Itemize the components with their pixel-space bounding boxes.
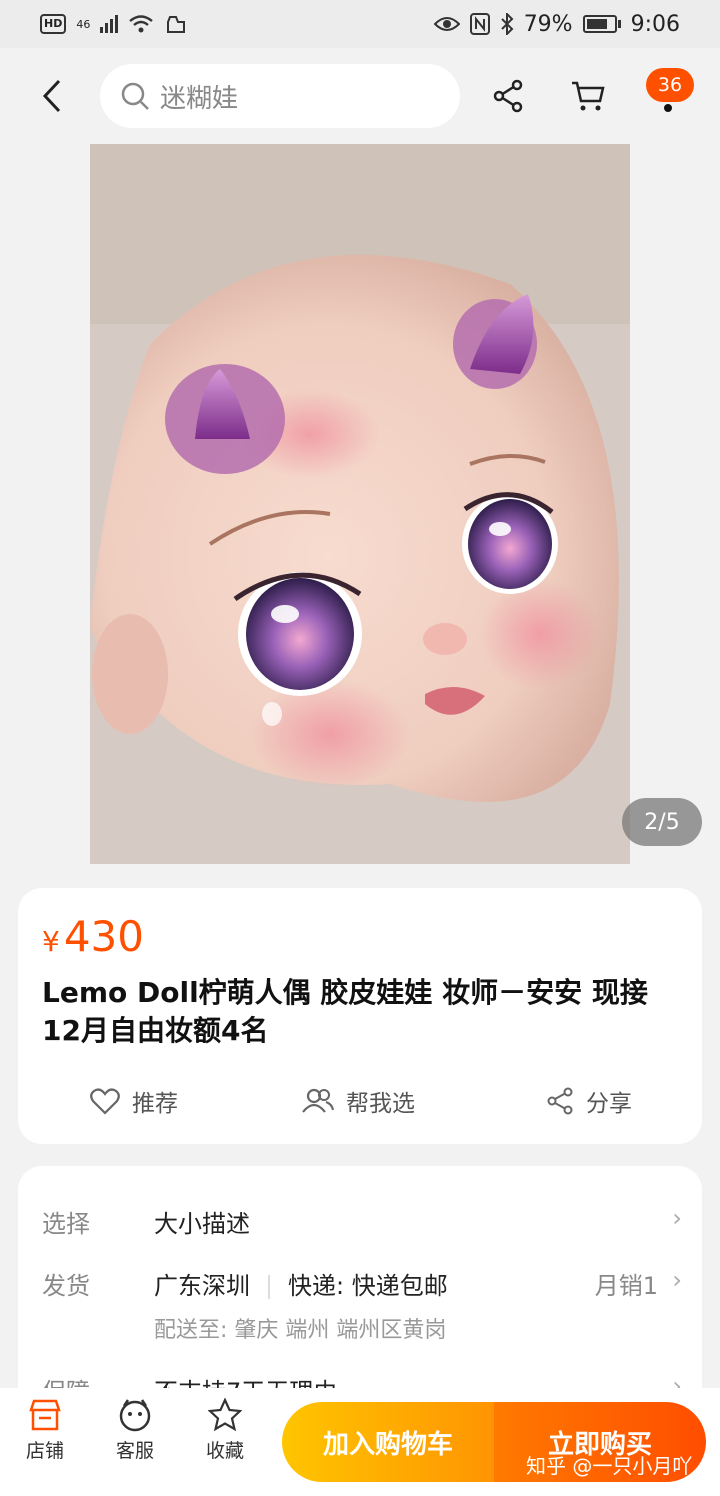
top-nav: 迷糊娃 bbox=[0, 48, 720, 144]
tab-store[interactable]: 店铺 bbox=[10, 1398, 80, 1463]
cart-icon bbox=[572, 81, 605, 111]
currency-symbol: ¥ bbox=[42, 925, 60, 958]
deliver-to: 配送至: 肇庆 端州 端州区黄岗 bbox=[154, 1318, 447, 1343]
price: ¥ 430 bbox=[42, 912, 144, 961]
share-label: 分享 bbox=[586, 1091, 632, 1117]
select-row[interactable]: 选择 大小描述 › bbox=[42, 1204, 682, 1238]
price-value: 430 bbox=[63, 912, 144, 961]
status-bar: HD 46 79% 9:06 bbox=[0, 0, 720, 48]
help-choose-label: 帮我选 bbox=[346, 1091, 415, 1117]
shipping-row[interactable]: 发货 广东深圳 快递: 快递包邮 月销1 › 配送至: 肇庆 端州 端州区黄岗 bbox=[42, 1266, 682, 1346]
signal-icon bbox=[100, 15, 119, 33]
bluetooth-icon bbox=[500, 13, 514, 35]
clock: 9:06 bbox=[630, 11, 680, 37]
share-icon bbox=[493, 79, 523, 113]
share-button[interactable] bbox=[486, 74, 530, 118]
monthly-sales: 月销1 bbox=[594, 1272, 658, 1300]
network-label: 46 bbox=[76, 18, 91, 31]
share-product-button[interactable]: 分享 bbox=[546, 1084, 632, 1118]
chevron-right-icon: › bbox=[672, 1266, 682, 1294]
heart-icon bbox=[90, 1088, 120, 1115]
bottom-action-bar: 店铺 客服 收藏 加入购物车 立即购买 bbox=[0, 1388, 720, 1496]
tab-favorite-label: 收藏 bbox=[205, 1440, 244, 1462]
shipping-info: 广东深圳 快递: 快递包邮 bbox=[154, 1266, 448, 1301]
chevron-right-icon: › bbox=[672, 1204, 682, 1232]
product-image[interactable] bbox=[90, 144, 630, 864]
add-to-cart-button[interactable]: 加入购物车 bbox=[282, 1402, 494, 1482]
tab-service-label: 客服 bbox=[115, 1440, 154, 1462]
doll-head-image bbox=[90, 144, 630, 864]
select-value: 大小描述 bbox=[154, 1210, 250, 1238]
service-icon bbox=[119, 1399, 151, 1432]
store-icon bbox=[29, 1399, 61, 1431]
product-info-card: ¥ 430 Lemo Doll柠萌人偶 胶皮娃娃 妆师－安安 现接12月自由妆额… bbox=[18, 888, 702, 1144]
tab-service[interactable]: 客服 bbox=[100, 1398, 170, 1463]
ship-origin: 广东深圳 bbox=[154, 1272, 250, 1300]
tab-favorite[interactable]: 收藏 bbox=[190, 1398, 260, 1463]
image-counter: 2/5 bbox=[622, 798, 702, 846]
hd-indicator: HD bbox=[40, 14, 67, 34]
search-icon bbox=[121, 82, 149, 110]
help-choose-button[interactable]: 帮我选 bbox=[302, 1084, 415, 1118]
message-badge[interactable]: 36 bbox=[646, 68, 694, 102]
cart-button[interactable] bbox=[566, 74, 610, 118]
recommend-label: 推荐 bbox=[132, 1091, 178, 1117]
cloud-icon bbox=[167, 16, 186, 33]
chevron-left-icon bbox=[42, 79, 61, 113]
share-icon bbox=[547, 1087, 573, 1115]
ship-express: 快递: 快递包邮 bbox=[288, 1272, 448, 1300]
battery-icon bbox=[582, 15, 621, 33]
battery-percent: 79% bbox=[523, 11, 573, 37]
star-icon bbox=[208, 1398, 242, 1432]
eye-icon bbox=[433, 17, 460, 31]
wifi-icon bbox=[129, 15, 154, 33]
more-menu-icon[interactable] bbox=[664, 104, 672, 112]
search-bar[interactable]: 迷糊娃 bbox=[100, 64, 460, 128]
product-title: Lemo Doll柠萌人偶 胶皮娃娃 妆师－安安 现接12月自由妆额4名 bbox=[42, 976, 648, 1047]
divider bbox=[268, 1275, 270, 1299]
people-icon bbox=[302, 1088, 334, 1113]
shipping-key: 发货 bbox=[42, 1272, 90, 1300]
tab-store-label: 店铺 bbox=[25, 1440, 64, 1462]
watermark: 知乎 @一只小月吖 bbox=[526, 1454, 693, 1478]
back-button[interactable] bbox=[30, 74, 74, 118]
recommend-button[interactable]: 推荐 bbox=[90, 1084, 178, 1118]
options-card: 选择 大小描述 › 发货 广东深圳 快递: 快递包邮 月销1 › 配送至: 肇庆 … bbox=[18, 1166, 702, 1426]
nfc-icon bbox=[469, 13, 490, 35]
select-key: 选择 bbox=[42, 1210, 90, 1238]
search-query: 迷糊娃 bbox=[160, 83, 239, 114]
